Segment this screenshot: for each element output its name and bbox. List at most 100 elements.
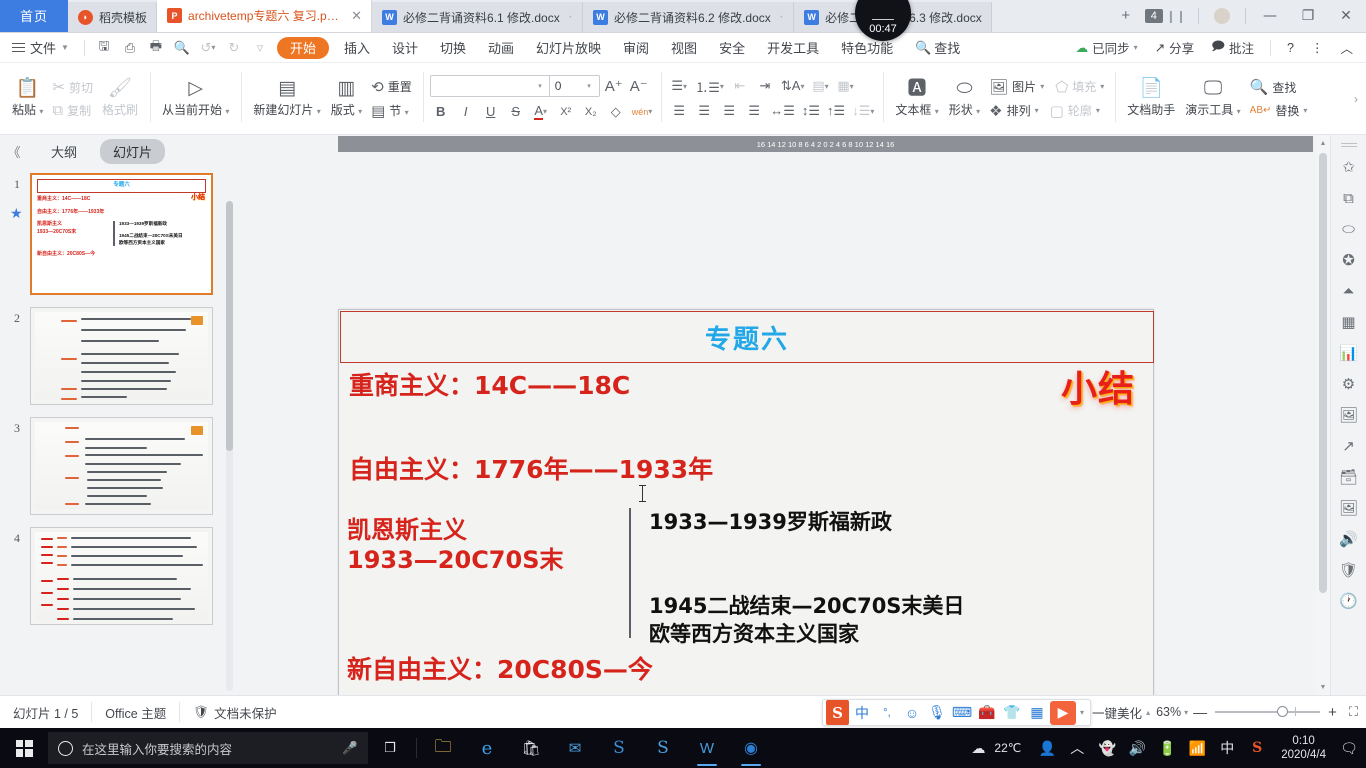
collapse-panel-button[interactable]: 《 xyxy=(0,142,28,161)
ribbon-tab-animation[interactable]: 动画 xyxy=(477,33,525,63)
comment-button[interactable]: 🗩 批注 xyxy=(1204,37,1261,58)
360-browser-icon[interactable]: ◉ xyxy=(729,728,773,768)
sound-icon[interactable]: 🔊 xyxy=(1335,525,1363,553)
slide-editing-stage[interactable]: 专题六 重商主义：14C——18C 自由主义：1776年——1933年 凯恩斯主… xyxy=(236,153,1326,768)
ime-toolbox-icon[interactable]: 🧰 xyxy=(975,701,999,725)
ribbon-tab-review[interactable]: 审阅 xyxy=(612,33,660,63)
grow-font-button[interactable]: A⁺ xyxy=(603,76,625,97)
ghost-icon[interactable]: 👻 xyxy=(1093,728,1121,768)
slide-line-liberalism[interactable]: 自由主义：1776年——1933年 xyxy=(349,450,713,486)
tab-list-icon[interactable]: ❙❙ xyxy=(1166,9,1186,23)
customize-toolbar-icon[interactable]: ▿ xyxy=(247,35,273,61)
numbered-list-icon[interactable]: ⒈☰ ▾ xyxy=(693,76,726,97)
slide-postwar-text[interactable]: 1945二战结束—20C70S末美日 欧等西方资本主义国家 xyxy=(649,592,964,649)
print-icon[interactable]: ⎙ xyxy=(117,35,143,61)
find-replace-icon[interactable]: 🔍 xyxy=(169,35,195,61)
font-size-input[interactable]: 0 ▾ xyxy=(548,76,599,96)
save-icon[interactable]: 🖫 xyxy=(91,35,117,61)
ribbon-tab-find[interactable]: 🔍 查找 xyxy=(904,33,971,63)
shrink-font-button[interactable]: A⁻ xyxy=(628,76,650,97)
wifi-icon[interactable]: 📶 xyxy=(1183,728,1211,768)
more-options-button[interactable]: ⋮ xyxy=(1304,40,1331,55)
zoom-out-button[interactable]: — xyxy=(1193,704,1207,720)
ribbon-tab-view[interactable]: 视图 xyxy=(660,33,708,63)
align-left-icon[interactable]: ☰ xyxy=(668,101,690,122)
italic-button[interactable]: I xyxy=(455,101,477,122)
reset-button[interactable]: ⟲ 重置 xyxy=(367,77,416,97)
people-icon[interactable]: 👤 xyxy=(1033,728,1061,768)
ribbon-tab-slideshow[interactable]: 幻灯片放映 xyxy=(525,33,612,63)
task-view-icon[interactable]: ❒ xyxy=(368,728,412,768)
microphone-icon[interactable]: 🎤 xyxy=(342,741,358,756)
zoom-control[interactable]: 63% ▾ — + xyxy=(1156,704,1337,721)
file-menu-button[interactable]: 文件 ▼ xyxy=(0,38,78,57)
sogou-tray-icon[interactable]: S xyxy=(1243,728,1271,768)
settings-sliders-icon[interactable]: ⚙ xyxy=(1335,370,1363,398)
share-button[interactable]: ↗ 分享 xyxy=(1148,38,1202,57)
slide-counter[interactable]: 幻灯片 1 / 5 xyxy=(0,702,93,722)
align-right-icon[interactable]: ☰ xyxy=(718,101,740,122)
close-window-button[interactable]: ✕ xyxy=(1328,0,1364,32)
distribute-icon[interactable]: ↔☰ xyxy=(768,101,797,122)
ime-skin-icon[interactable]: 👕 xyxy=(1000,701,1024,725)
badge-icon[interactable]: ✪ xyxy=(1335,246,1363,274)
increase-indent-icon[interactable]: ⇥ xyxy=(754,76,776,97)
line-spacing-icon[interactable]: ↕☰ xyxy=(800,101,822,122)
paste-button[interactable]: 📋 粘贴 ▾ xyxy=(7,76,48,121)
collapse-ribbon-button[interactable]: ︿ xyxy=(1333,38,1360,57)
duplicate-shape-icon[interactable]: ⧉ xyxy=(1335,184,1363,212)
effects-star-icon[interactable]: ✩ xyxy=(1335,153,1363,181)
canvas-vertical-scrollbar[interactable]: ▲ ▼ xyxy=(1316,135,1330,695)
tab-slides[interactable]: 幻灯片 xyxy=(100,138,166,164)
taskbar-clock[interactable]: 0:10 2020/4/4 xyxy=(1273,734,1334,762)
slide-thumbnail-4[interactable] xyxy=(30,527,213,625)
start-from-current-button[interactable]: ▷ 从当前开始 ▾ xyxy=(157,76,234,121)
slide-thumbnail-list[interactable]: 1 专题六 重商主义：14C——18C 自由主义：1776年——1933年 凯恩… xyxy=(0,167,235,695)
tab-dove-template[interactable]: ◗ 稻壳模板 xyxy=(68,2,158,32)
export-icon[interactable]: ↗ xyxy=(1335,432,1363,460)
pinyin-guide-button[interactable]: wén ▾ xyxy=(630,101,655,122)
font-selector[interactable]: ▾ 0 ▾ xyxy=(429,75,600,97)
history-clock-icon[interactable]: 🕐 xyxy=(1335,587,1363,615)
favorite-star-icon[interactable]: ★ xyxy=(10,205,23,222)
slide-line-neoliberalism[interactable]: 新自由主义：20C80S—今 xyxy=(347,650,653,686)
ribbon-tab-transition[interactable]: 切换 xyxy=(429,33,477,63)
tab-count-badge[interactable]: 4 xyxy=(1144,8,1163,23)
subscript-button[interactable]: X₂ xyxy=(580,101,602,122)
show-hidden-icons-icon[interactable]: ︿ xyxy=(1063,728,1091,768)
close-icon[interactable]: ✕ xyxy=(351,8,362,24)
font-name-input[interactable]: ▾ xyxy=(431,76,549,96)
layout-button[interactable]: ▥ 版式 ▾ xyxy=(326,76,367,121)
align-center-icon[interactable]: ☰ xyxy=(693,101,715,122)
font-color-button[interactable]: A ▾ xyxy=(530,101,552,122)
ime-soft-keyboard-icon[interactable]: ⌨ xyxy=(950,701,974,725)
taskbar-search[interactable]: 在这里输入你要搜索的内容 🎤 xyxy=(48,732,368,764)
ime-voice-input-icon[interactable]: 🎙 xyxy=(925,701,949,725)
slide-thumbnail-2[interactable] xyxy=(30,307,213,405)
start-button[interactable] xyxy=(0,728,48,768)
battery-icon[interactable]: 🔋 xyxy=(1153,728,1181,768)
help-button[interactable]: ? xyxy=(1280,41,1301,55)
shapes-button[interactable]: ⬭ 形状 ▾ xyxy=(944,76,985,121)
ribbon-tab-insert[interactable]: 插入 xyxy=(333,33,381,63)
ime-emoji-icon[interactable]: ☺ xyxy=(900,701,924,725)
protection-status[interactable]: 🛡 文档未保护 xyxy=(180,702,289,722)
scrollbar-thumb[interactable] xyxy=(1319,153,1327,593)
present-tools-button[interactable]: 🖵 演示工具 ▾ xyxy=(1180,76,1245,121)
new-tab-button[interactable]: + xyxy=(1109,0,1143,32)
sogou-logo-icon[interactable]: S xyxy=(826,700,849,725)
ribbon-overflow-icon[interactable]: › xyxy=(1354,92,1358,106)
file-explorer-icon[interactable]: 🗀 xyxy=(421,728,465,768)
slide-thumbnail-1[interactable]: 专题六 重商主义：14C——18C 自由主义：1776年——1933年 凯恩斯主… xyxy=(30,173,213,295)
scroll-up-arrow[interactable]: ▲ xyxy=(1316,135,1330,151)
user-avatar[interactable] xyxy=(1205,0,1239,32)
close-icon[interactable]: · xyxy=(779,9,784,25)
slide-newdeal-text[interactable]: 1933—1939罗斯福新政 xyxy=(649,506,892,536)
minimize-button[interactable]: — xyxy=(1252,0,1288,32)
superscript-button[interactable]: X² xyxy=(555,101,577,122)
mail-icon[interactable]: ✉ xyxy=(553,728,597,768)
wps-icon[interactable]: W xyxy=(685,728,729,768)
notification-icon[interactable]: 🗨 xyxy=(1336,728,1362,768)
restore-button[interactable]: ❐ xyxy=(1290,0,1326,32)
weather-icon[interactable]: ☁ xyxy=(964,728,992,768)
